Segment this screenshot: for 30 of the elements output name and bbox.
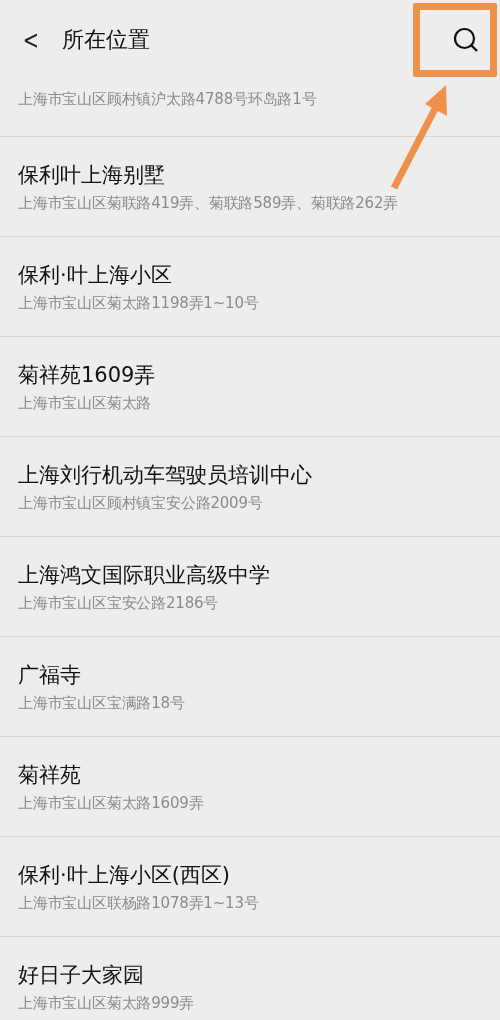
- place-item[interactable]: 上海鸿文国际职业高级中学 上海市宝山区宝安公路2186号: [0, 537, 500, 637]
- place-item[interactable]: 保利·叶上海小区 上海市宝山区菊太路1198弄1~10号: [0, 237, 500, 337]
- place-name: 上海鸿文国际职业高级中学: [18, 562, 271, 589]
- place-name: 广福寺: [18, 662, 82, 689]
- place-address: 上海市宝山区菊太路999弄: [18, 993, 196, 1014]
- place-item[interactable]: 菊祥苑1609弄 上海市宝山区菊太路: [0, 337, 500, 437]
- place-address: 上海市宝山区顾村镇宝安公路2009号: [18, 493, 264, 514]
- back-button[interactable]: <: [18, 27, 44, 53]
- place-name: 保利叶上海别墅: [18, 162, 166, 189]
- place-item[interactable]: 菊祥苑 上海市宝山区菊太路1609弄: [0, 737, 500, 837]
- place-address: 上海市宝山区菊联路419弄、菊联路589弄、菊联路262弄: [18, 193, 400, 214]
- place-address: 上海市宝山区菊太路1198弄1~10号: [18, 293, 260, 314]
- place-address: 上海市宝山区菊太路: [18, 393, 153, 414]
- place-name: 菊祥苑: [18, 762, 82, 789]
- place-name: 保利·叶上海小区(西区): [18, 862, 232, 889]
- place-address: 上海市宝山区宝满路18号: [18, 693, 186, 714]
- place-address: 上海市宝山区联杨路1078弄1~13号: [18, 893, 260, 914]
- place-name: 上海刘行机动车驾驶员培训中心: [18, 462, 313, 489]
- place-name: 保利·叶上海小区: [18, 262, 173, 289]
- place-item[interactable]: 广福寺 上海市宝山区宝满路18号: [0, 637, 500, 737]
- page-title: 所在位置: [61, 26, 151, 54]
- place-address: 上海市宝山区宝安公路2186号: [18, 593, 220, 614]
- place-item[interactable]: 保利·叶上海小区(西区) 上海市宝山区联杨路1078弄1~13号: [0, 837, 500, 937]
- place-item[interactable]: 上海刘行机动车驾驶员培训中心 上海市宝山区顾村镇宝安公路2009号: [0, 437, 500, 537]
- place-name: 菊祥苑1609弄: [18, 362, 157, 389]
- place-item[interactable]: 保利叶上海别墅 上海市宝山区菊联路419弄、菊联路589弄、菊联路262弄: [0, 137, 500, 237]
- place-item[interactable]: 好日子大家园 上海市宝山区菊太路999弄: [0, 937, 500, 1020]
- place-name: 好日子大家园: [18, 962, 145, 989]
- place-address: 上海市宝山区菊太路1609弄: [18, 793, 205, 814]
- place-address: 上海市宝山区顾村镇沪太路4788号环岛路1号: [18, 89, 318, 110]
